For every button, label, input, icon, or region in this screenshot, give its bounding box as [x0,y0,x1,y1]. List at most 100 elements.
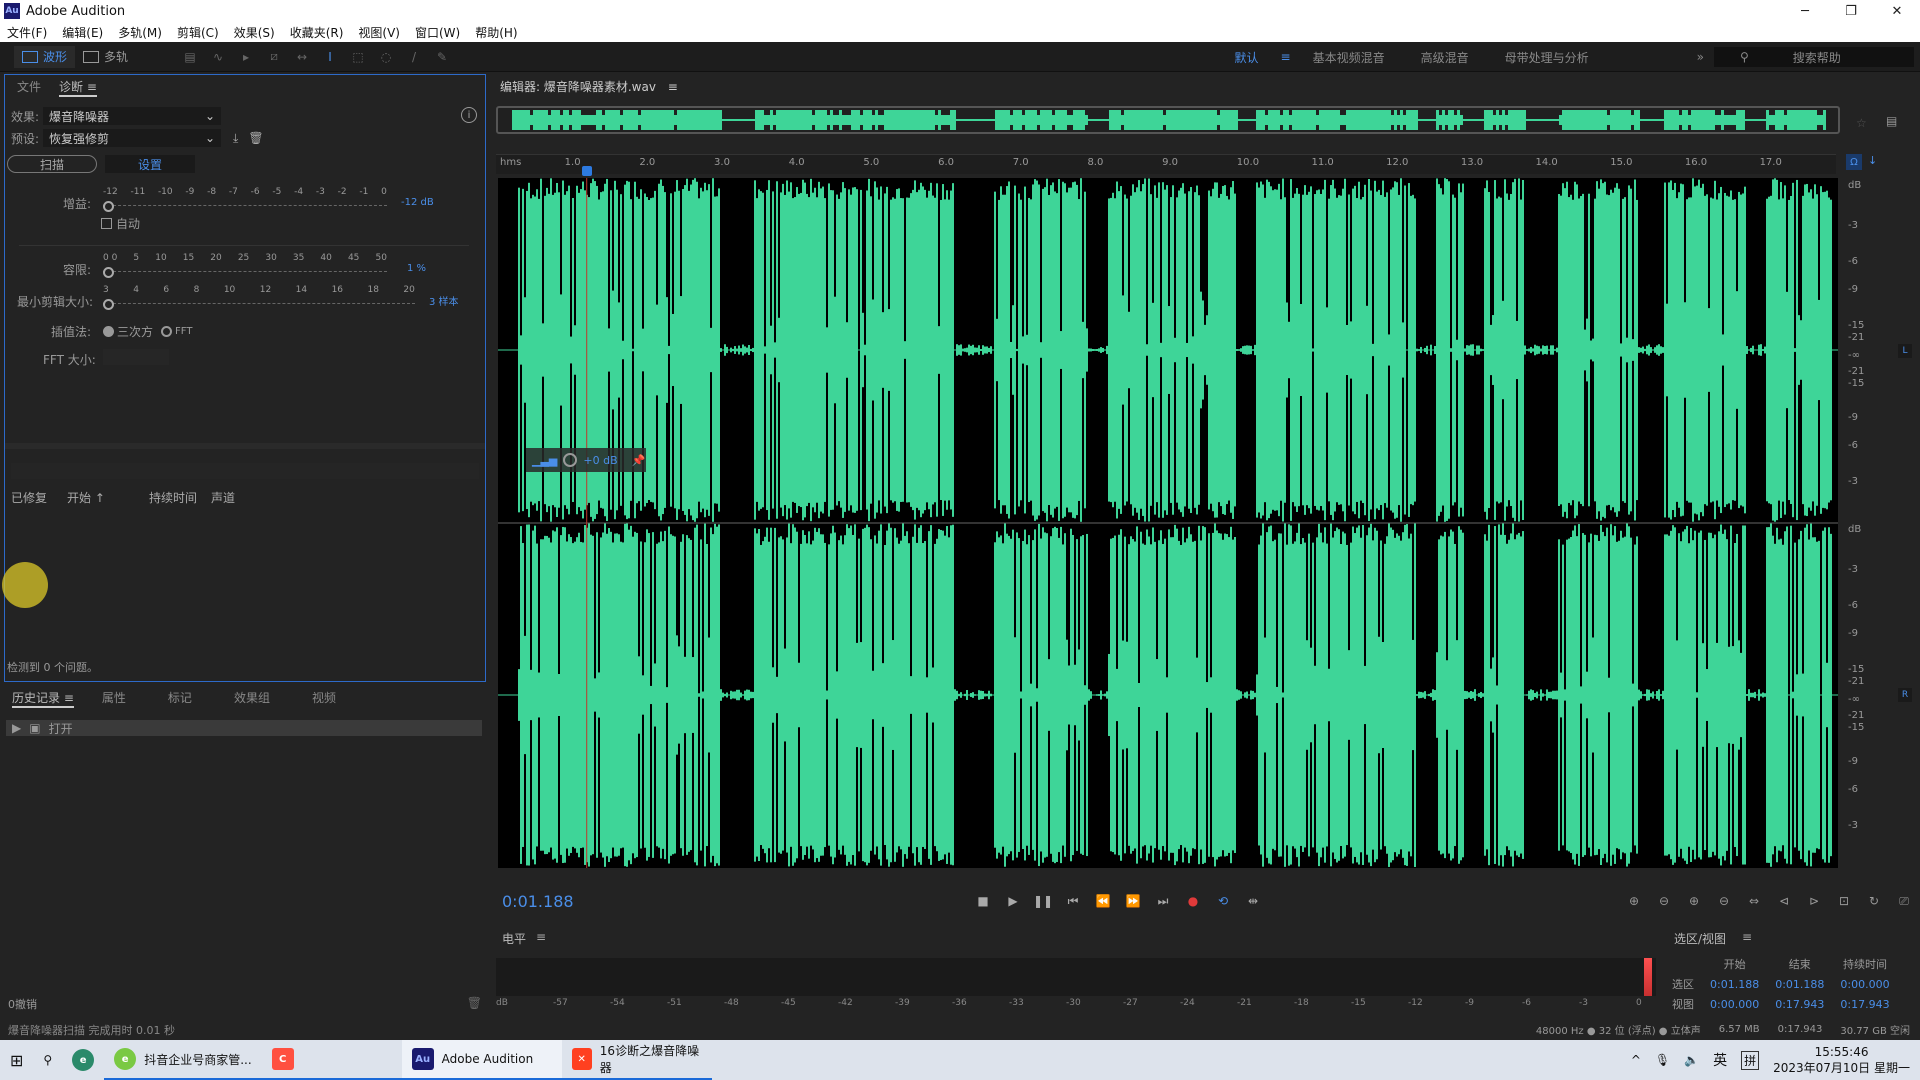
menu-effects[interactable]: 效果(S) [234,24,275,41]
view-end[interactable]: 0:17.943 [1767,994,1832,1014]
marquee-tool-icon[interactable]: ⬚ [349,50,367,64]
spot-healing-tool-icon[interactable]: ✎ [433,50,451,64]
menu-help[interactable]: 帮助(H) [475,24,517,41]
tolerance-slider[interactable]: 0 0 5 10 15 20 25 30 35 40 45 50 [103,253,387,281]
multitrack-view-button[interactable]: 多轨 [75,46,136,68]
scan-button[interactable]: 扫描 [7,155,97,173]
preset-dropdown[interactable]: 恢复强修剪 ⌄ [43,129,222,147]
menu-file[interactable]: 文件(F) [7,24,47,41]
fast-forward-icon[interactable]: ⏩ [1124,892,1142,910]
zoom-extra-icon[interactable]: ⎚ [1894,892,1914,910]
tolerance-value[interactable]: 1 % [407,263,426,274]
effect-dropdown[interactable]: 爆音降噪器 ⌄ [43,107,222,125]
more-workspaces-icon[interactable]: » [1697,50,1704,64]
view-start[interactable]: 0:00.000 [1702,994,1767,1014]
help-search-input[interactable]: ⚲ 搜索帮助 [1714,47,1914,67]
taskbar-item-xmind[interactable]: ✕ 16诊断之爆音降噪器 [561,1040,712,1080]
panel-menu-icon[interactable]: ≡ [87,80,97,94]
speaker-icon[interactable]: 🔈 [1684,1053,1699,1067]
ime-mode[interactable]: 拼 [1741,1050,1760,1070]
selection-end[interactable]: 0:01.188 [1767,974,1832,994]
ime-language[interactable]: 英 [1713,1050,1727,1070]
rewind-icon[interactable]: ⏪ [1094,892,1112,910]
tab-files[interactable]: 文件 [13,75,55,99]
clock[interactable]: 15:55:46 2023年07月10日 星期一 [1773,1044,1910,1076]
hud-volume-control[interactable]: ▁▃▅ +0 dB 📌 [526,448,646,472]
zoom-out-amplitude-icon[interactable]: ⊖ [1654,892,1674,910]
col-repaired[interactable]: 已修复 [11,489,67,506]
close-button[interactable]: ✕ [1874,0,1920,22]
col-channel[interactable]: 声道 [211,489,235,506]
pause-icon[interactable]: ❚❚ [1033,892,1053,910]
waveform-display[interactable]: ▁▃▅ +0 dB 📌 [498,178,1838,868]
microphone-icon[interactable]: 🎙 [1655,1053,1670,1067]
min-clip-size-value[interactable]: 3 样本 [429,293,459,308]
workspace-advanced-mix[interactable]: 高级混音 [1421,49,1469,66]
delete-preset-icon[interactable]: 🗑 [248,131,263,145]
move-tool-icon[interactable]: ▸ [237,50,255,64]
play-icon[interactable]: ▶ [1004,892,1022,910]
selection-duration[interactable]: 0:00.000 [1832,974,1897,994]
tab-history[interactable]: 历史记录 ≡ [8,686,88,710]
channel-left-toggle[interactable]: L [1898,344,1912,358]
clear-history-icon[interactable]: 🗑 [467,996,482,1010]
hud-gain-value[interactable]: +0 dB [583,454,617,467]
show-overview-icon[interactable]: ▤ [1886,114,1897,128]
tab-effect-groups[interactable]: 效果组 [230,686,284,710]
lasso-tool-icon[interactable]: ◌ [377,50,395,64]
history-item[interactable]: ▶ ▣ 打开 [6,720,482,736]
slip-tool-icon[interactable]: ↔ [293,50,311,64]
panel-menu-icon[interactable]: ≡ [668,80,678,94]
zoom-out-time-icon[interactable]: ⊖ [1714,892,1734,910]
taskbar-item-douyin[interactable]: e 抖音企业号商家管... [104,1040,262,1080]
gain-value[interactable]: -12 dB [401,197,434,208]
hud-pin-icon[interactable]: 📌 [632,454,646,467]
spectral-pitch-icon[interactable]: ∿ [209,50,227,64]
workspace-mastering[interactable]: 母带处理与分析 [1505,49,1589,66]
taskbar-item-audition[interactable]: Au Adobe Audition [401,1040,562,1080]
channel-right-toggle[interactable]: R [1898,688,1912,702]
selection-start[interactable]: 0:01.188 [1702,974,1767,994]
menu-clip[interactable]: 剪辑(C) [177,24,219,41]
tab-diagnostics[interactable]: 诊断 ≡ [55,75,111,99]
stop-icon[interactable]: ■ [974,892,992,910]
fft-size-input[interactable] [103,349,169,365]
radio-cubic[interactable] [103,326,114,337]
skip-selection-icon[interactable]: ⇹ [1244,892,1262,910]
zoom-out-point-icon[interactable]: ⊳ [1804,892,1824,910]
menu-view[interactable]: 视图(V) [358,24,400,41]
current-time[interactable]: 0:01.188 [502,892,574,911]
tab-video[interactable]: 视频 [308,686,350,710]
razor-tool-icon[interactable]: ⧄ [265,49,283,64]
min-clip-size-slider[interactable]: 3 4 6 8 10 12 14 16 18 20 [103,285,415,313]
panel-menu-icon[interactable]: ≡ [1742,930,1752,944]
playhead-marker[interactable] [581,166,592,176]
menu-window[interactable]: 窗口(W) [415,24,460,41]
pin-icon[interactable]: ↓ [1868,154,1877,167]
start-button[interactable]: ⊞ [0,1040,33,1080]
timeline-ruler[interactable]: hms 1.0 2.0 3.0 4.0 5.0 6.0 7.0 8.0 9.0 10.0 11.0 1… [496,154,1836,174]
view-duration[interactable]: 0:17.943 [1832,994,1897,1014]
menu-edit[interactable]: 编辑(E) [62,24,103,41]
brush-tool-icon[interactable]: / [405,50,423,64]
settings-button[interactable]: 设置 [105,155,195,173]
search-button[interactable]: ⚲ [33,1040,62,1080]
col-start[interactable]: 开始 ↑ [67,489,149,506]
restore-button[interactable]: ❐ [1828,0,1874,22]
taskbar-item-capcut[interactable]: C [261,1040,402,1080]
volume-knob-icon[interactable] [563,453,578,467]
auto-checkbox[interactable] [101,218,112,229]
workspace-default[interactable]: 默认 [1235,49,1259,66]
menu-favorites[interactable]: 收藏夹(R) [290,24,344,41]
tab-markers[interactable]: 标记 [164,686,206,710]
spectral-display-icon[interactable]: ▤ [181,50,199,64]
panel-menu-icon[interactable]: ≡ [536,930,546,944]
min-clip-size-slider-handle[interactable] [103,299,114,310]
record-icon[interactable]: ● [1184,892,1202,910]
col-duration[interactable]: 持续时间 [149,489,211,506]
save-preset-icon[interactable]: ⤓ [233,131,238,146]
panel-resize-handle[interactable] [5,443,485,449]
menu-multitrack[interactable]: 多轨(M) [118,24,162,41]
tolerance-slider-handle[interactable] [103,267,114,278]
zoom-in-point-icon[interactable]: ⊲ [1774,892,1794,910]
